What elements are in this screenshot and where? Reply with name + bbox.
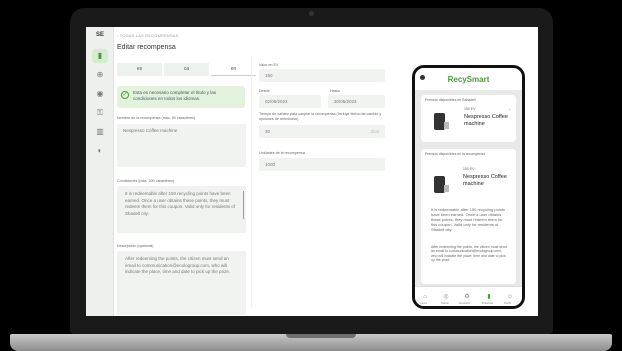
coffee-machine-image (433, 110, 450, 132)
phone-card-detail[interactable]: Premios disponibles en la recompensa 150… (421, 149, 516, 284)
description-textarea[interactable]: After redeeming the points, the citizen … (117, 251, 246, 315)
detail-section-title: Premios disponibles en la recompensa (425, 152, 486, 156)
gift-icon[interactable]: ▮ (485, 293, 493, 301)
theme-icon[interactable]: ◐ (95, 146, 105, 156)
check-icon: ✓ (121, 91, 129, 99)
key-icon[interactable]: ⚿ (95, 108, 105, 118)
nav-map-label: Mapa (441, 301, 449, 305)
validity-label: Tiempo de validez para canjear la recomp… (259, 112, 382, 121)
end-date-label: Hasta (330, 89, 340, 93)
column-divider (251, 57, 252, 307)
stock-input[interactable]: 1000 (259, 158, 385, 171)
conditions-scrollbar[interactable] (243, 191, 244, 219)
trackpad-notch (286, 334, 356, 338)
report-icon[interactable]: ▥ (95, 127, 105, 137)
nav-profile-label: Perfil (504, 301, 511, 305)
end-date-input[interactable]: 30/05/2023 (328, 95, 385, 108)
sidebar: SE ▮ ⊕ ◉ ⚿ ▥ ◐ (86, 27, 114, 316)
phone-card-available[interactable]: Premios disponibles en Sabadell 150 EV N… (421, 95, 516, 142)
phone-header: RecySmart (415, 68, 522, 90)
detail-description: After redeeming the points, the citizen … (431, 245, 507, 262)
profile-icon[interactable]: ☺ (506, 293, 514, 301)
language-tabs: es ca en (117, 63, 256, 76)
nav-home-label: Inicio (420, 301, 428, 305)
page-title: Editar recompensa (117, 44, 176, 51)
chat-icon[interactable]: ◉ (95, 89, 105, 99)
phone-section-title: Premios disponibles en Sabadell (425, 98, 476, 102)
description-label: Descripción (opcional) (117, 244, 154, 248)
start-date-input[interactable]: 02/05/2023 (259, 95, 321, 108)
validity-input[interactable]: 30 días (259, 125, 385, 138)
nav-rewards-label: Premios (482, 301, 494, 305)
home-icon[interactable]: ⌂ (421, 293, 429, 301)
gift-icon[interactable]: ▮ (92, 49, 108, 63)
coffee-machine-image (433, 173, 450, 195)
tab-ca[interactable]: ca (164, 63, 209, 76)
tab-en[interactable]: en (211, 63, 256, 76)
alert-text: Esta es necesario completar el título y … (133, 90, 217, 101)
conditions-textarea[interactable]: It is redeemable after 150 recycling poi… (117, 186, 246, 233)
card-points: 150 EV (464, 107, 476, 111)
detail-points: 150 EV (463, 167, 475, 171)
points-label: Valor en EV (259, 63, 279, 67)
globe-icon[interactable]: ⊕ (95, 70, 105, 80)
start-date-label: Desde (259, 89, 270, 93)
conditions-text: It is redeemable after 150 recycling poi… (125, 191, 235, 216)
recycle-icon[interactable]: ♻ (463, 293, 471, 301)
bottom-navigation: ⌂ Inicio ◎ Mapa ♻ Reciclar ▮ Premios ☺ P… (415, 286, 522, 306)
description-text: After redeeming the points, the citizen … (125, 256, 231, 274)
card-title: Nespresso Coffee machine (464, 114, 508, 127)
conditions-label: Condiciones (máx. 300 caracteres) (117, 179, 175, 183)
validity-value: 30 (265, 129, 271, 134)
app-screen: SE ▮ ⊕ ◉ ⚿ ▥ ◐ ‹ TODAS LAS RECOMPENSAS E… (86, 27, 538, 316)
reward-name-input[interactable]: Nespresso Coffee machine (117, 124, 246, 167)
detail-conditions: It is redeemable after 150 recycling poi… (431, 207, 506, 232)
camera-icon (309, 11, 314, 16)
stock-label: Unidades de la recompensa (259, 151, 305, 155)
map-icon[interactable]: ◎ (442, 293, 450, 301)
phone-preview: RecySmart Premios disponibles en Sabadel… (412, 65, 525, 309)
points-input[interactable]: 150 (259, 69, 385, 82)
nav-recycle-label: Reciclar (459, 301, 470, 305)
info-alert: ✓ Esta es necesario completar el título … (117, 86, 245, 108)
phone-brand: RecySmart (447, 75, 490, 84)
laptop-base (10, 334, 612, 351)
detail-title: Nespresso Coffee machine (463, 174, 507, 187)
validity-unit: días (370, 129, 379, 134)
app-logo[interactable]: SE (91, 32, 109, 41)
reward-name-label: Nombre de la recompensa (máx. 50 caracte… (117, 116, 196, 120)
chevron-down-icon[interactable]: ⌄ (508, 107, 511, 111)
breadcrumb[interactable]: ‹ TODAS LAS RECOMPENSAS (117, 33, 179, 38)
tab-es[interactable]: es (117, 63, 162, 76)
